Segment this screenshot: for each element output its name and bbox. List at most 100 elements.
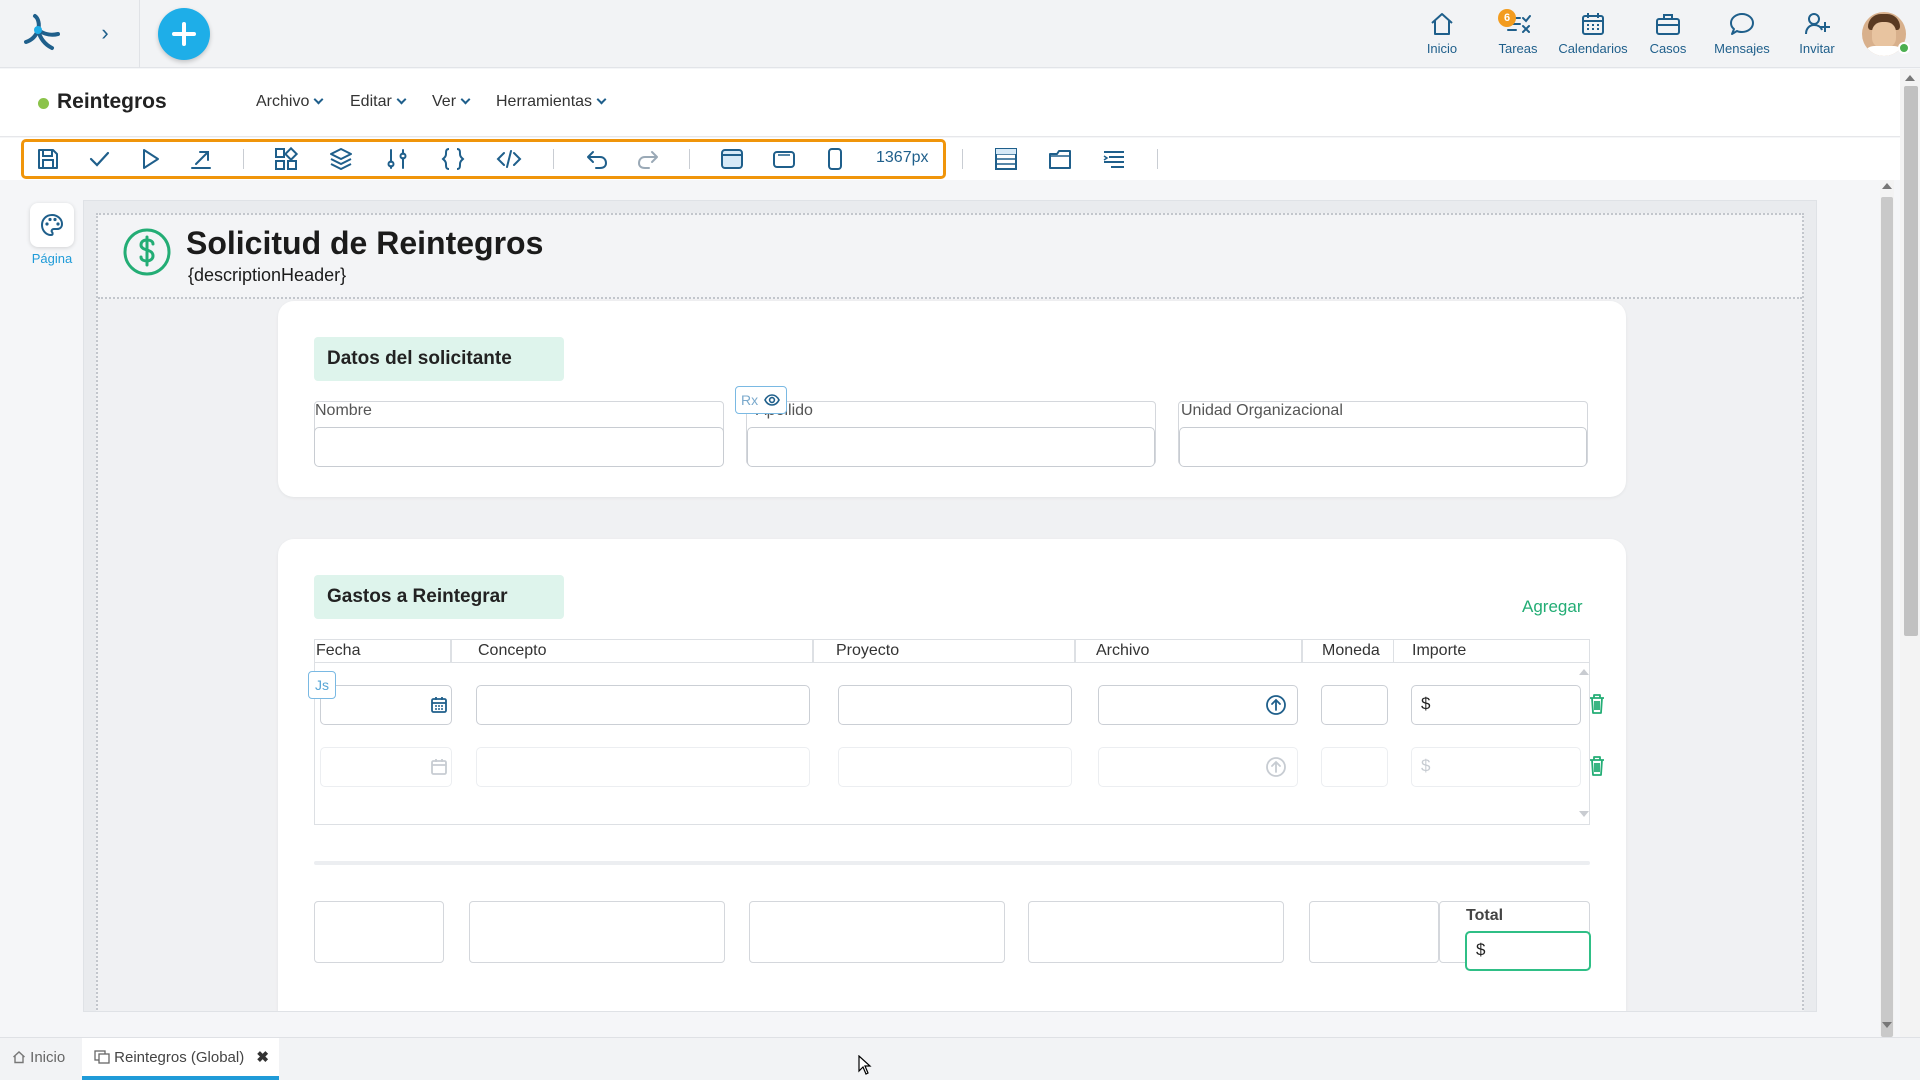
calendar-icon[interactable]	[430, 696, 448, 714]
column-header-fecha: Fecha	[316, 642, 361, 659]
agregar-link[interactable]: Agregar	[1522, 597, 1582, 617]
calendar-icon	[1582, 13, 1604, 35]
menu-bar: Reintegros Archivo Editar Ver Herramient…	[0, 69, 1900, 137]
expand-sidebar-chevron-icon[interactable]: ›	[92, 18, 118, 48]
add-button[interactable]	[158, 8, 210, 60]
message-icon	[1730, 13, 1754, 35]
top-bar: › Inicio 6 Tareas Calendarios Casos Mens…	[0, 0, 1920, 68]
menu-archivo[interactable]: Archivo	[256, 93, 324, 111]
braces-icon[interactable]	[440, 146, 466, 172]
page-properties-button[interactable]	[30, 203, 74, 247]
close-tab-icon[interactable]: ✖	[256, 1049, 269, 1066]
eye-icon	[764, 394, 780, 406]
save-icon[interactable]	[35, 146, 61, 172]
importe-input[interactable]	[1411, 747, 1581, 787]
menu-ver[interactable]: Ver	[432, 93, 471, 111]
unidad-organizacional-input[interactable]	[1179, 427, 1587, 467]
nav-calendarios[interactable]: Calendarios	[1553, 10, 1633, 58]
mouse-cursor-icon	[858, 1055, 872, 1075]
nombre-input[interactable]	[314, 427, 724, 467]
toolbar-divider	[553, 149, 554, 169]
nav-label: Inicio	[1426, 41, 1458, 56]
menu-editar[interactable]: Editar	[350, 93, 407, 111]
nav-casos[interactable]: Casos	[1628, 10, 1708, 58]
section-title: Datos del solicitante	[314, 337, 564, 381]
nav-label: Casos	[1649, 41, 1687, 56]
trash-icon[interactable]	[1588, 755, 1606, 777]
page-properties-label: Página	[31, 251, 73, 266]
form-subtitle: {descriptionHeader}	[188, 265, 347, 285]
presence-status-dot	[1898, 42, 1910, 54]
app-logo-icon[interactable]	[18, 12, 62, 52]
column-header-concepto: Concepto	[478, 642, 547, 659]
layers-icon[interactable]	[328, 146, 354, 172]
canvas-scroll-down-icon[interactable]	[1882, 1022, 1892, 1028]
section-card-datos-solicitante[interactable]: Datos del solicitante Nombre Apellido Rx…	[278, 301, 1626, 497]
code-icon[interactable]	[496, 146, 522, 172]
page-scroll-up-icon[interactable]	[1905, 75, 1915, 81]
page-layout-icon[interactable]	[993, 146, 1019, 172]
nav-label: Invitar	[1799, 41, 1835, 56]
home-icon	[13, 1051, 25, 1064]
tablet-view-icon[interactable]	[771, 146, 797, 172]
menu-herramientas[interactable]: Herramientas	[496, 93, 607, 111]
tab-label: Reintegros (Global)	[114, 1049, 245, 1066]
js-script-badge[interactable]: Js	[308, 671, 336, 699]
mobile-view-icon[interactable]	[822, 146, 848, 172]
document-title: Reintegros	[57, 90, 167, 113]
nav-mensajes[interactable]: Mensajes	[1702, 10, 1782, 58]
play-icon[interactable]	[137, 146, 163, 172]
nav-tareas[interactable]: 6 Tareas	[1478, 9, 1558, 58]
totals-placeholder-cell	[1028, 901, 1284, 963]
concepto-input[interactable]	[476, 747, 810, 787]
check-icon[interactable]	[86, 146, 112, 172]
field-label-nombre: Nombre	[315, 402, 372, 419]
tabs-icon[interactable]	[1047, 146, 1073, 172]
nav-label: Mensajes	[1714, 41, 1770, 56]
undo-icon[interactable]	[584, 146, 610, 172]
bottom-tab-reintegros[interactable]: Reintegros (Global) ✖	[82, 1038, 279, 1080]
form-container: Solicitud de Reintegros {descriptionHead…	[96, 213, 1804, 1011]
canvas-scroll-up-icon[interactable]	[1882, 183, 1892, 189]
chevron-down-icon	[596, 94, 607, 105]
align-icon[interactable]	[1101, 146, 1127, 172]
desktop-view-icon[interactable]	[719, 146, 745, 172]
menu-label: Herramientas	[496, 93, 593, 110]
upload-icon[interactable]	[1265, 694, 1287, 716]
toolbar: 1367px	[0, 138, 1900, 180]
nav-invitar[interactable]: Invitar	[1777, 10, 1857, 58]
proyecto-input[interactable]	[838, 747, 1072, 787]
page-scrollbar-thumb[interactable]	[1904, 86, 1918, 636]
grid-scroll-up-icon[interactable]	[1579, 669, 1589, 675]
data-binding-icon[interactable]	[384, 146, 410, 172]
nav-inicio[interactable]: Inicio	[1402, 10, 1482, 58]
concepto-input[interactable]	[476, 685, 810, 725]
toolbar-divider	[1157, 149, 1158, 169]
invite-user-icon	[1805, 13, 1830, 35]
importe-input[interactable]	[1411, 685, 1581, 725]
home-icon	[1431, 13, 1453, 35]
bottom-tab-bar: Inicio Reintegros (Global) ✖	[0, 1037, 1920, 1080]
bottom-tab-inicio[interactable]: Inicio	[12, 1038, 78, 1080]
section-card-gastos[interactable]: Gastos a Reintegrar Agregar Fecha Concep…	[278, 539, 1626, 1011]
redo-icon[interactable]	[635, 146, 661, 172]
grid-scroll-down-icon[interactable]	[1579, 811, 1589, 817]
currency-symbol: $	[1421, 694, 1431, 713]
menu-label: Editar	[350, 93, 392, 110]
calendar-icon[interactable]	[430, 758, 448, 776]
moneda-input[interactable]	[1321, 747, 1388, 787]
components-icon[interactable]	[273, 146, 299, 172]
tab-label: Inicio	[30, 1049, 66, 1066]
moneda-input[interactable]	[1321, 685, 1388, 725]
upload-icon[interactable]	[1265, 756, 1287, 778]
form-header[interactable]: Solicitud de Reintegros {descriptionHead…	[98, 215, 1802, 299]
rx-expression-badge[interactable]: Rx	[735, 386, 787, 414]
proyecto-input[interactable]	[838, 685, 1072, 725]
canvas-scrollbar-thumb[interactable]	[1881, 197, 1893, 1037]
trash-icon[interactable]	[1588, 693, 1606, 715]
apellido-input[interactable]	[747, 427, 1155, 467]
toolbar-divider	[689, 149, 690, 169]
menu-label: Ver	[432, 93, 457, 110]
publish-icon[interactable]	[188, 146, 214, 172]
tasks-count-badge: 6	[1498, 9, 1516, 27]
